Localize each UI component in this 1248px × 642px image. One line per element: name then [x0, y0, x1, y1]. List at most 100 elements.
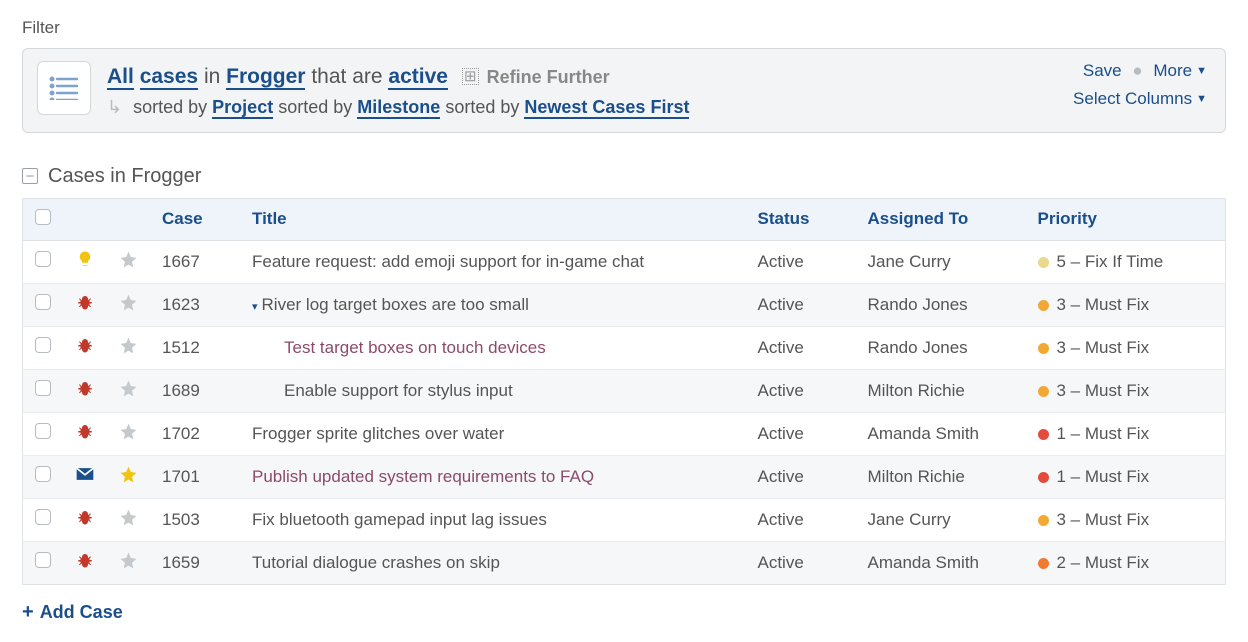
- assignee-link[interactable]: Amanda Smith: [856, 541, 1026, 584]
- star-toggle[interactable]: [119, 512, 138, 531]
- filter-status-link[interactable]: active: [388, 65, 448, 90]
- select-all-checkbox[interactable]: [35, 209, 51, 225]
- status-text: Active: [746, 455, 856, 498]
- case-title-link[interactable]: Publish updated system requirements to F…: [252, 467, 594, 486]
- sort-project-link[interactable]: Project: [212, 97, 273, 119]
- priority-text: 3 – Must Fix: [1026, 369, 1226, 412]
- star-toggle[interactable]: [119, 383, 138, 402]
- row-checkbox[interactable]: [35, 294, 51, 310]
- star-toggle[interactable]: [119, 426, 138, 445]
- sort-milestone-link[interactable]: Milestone: [357, 97, 440, 119]
- star-toggle[interactable]: [119, 340, 138, 359]
- priority-dot-icon: [1038, 343, 1049, 354]
- case-id-link[interactable]: 1659: [150, 541, 240, 584]
- type-icon: [63, 369, 107, 412]
- case-id-link[interactable]: 1701: [150, 455, 240, 498]
- type-icon: [63, 412, 107, 455]
- title-header[interactable]: Title: [240, 198, 746, 240]
- priority-dot-icon: [1038, 386, 1049, 397]
- filter-actions: Save ● More▼ Select Columns▼: [1073, 61, 1207, 109]
- collapse-toggle[interactable]: −: [22, 168, 38, 184]
- group-header: − Cases in Frogger: [22, 165, 1226, 188]
- filter-label: Filter: [22, 18, 1226, 38]
- add-case-button[interactable]: + Add Case: [22, 601, 123, 624]
- assignee-link[interactable]: Rando Jones: [856, 283, 1026, 326]
- priority-dot-icon: [1038, 558, 1049, 569]
- chevron-down-icon: ▼: [1196, 93, 1207, 105]
- priority-dot-icon: [1038, 472, 1049, 483]
- status-text: Active: [746, 240, 856, 283]
- sorted-by-text-1: sorted by: [133, 97, 207, 117]
- case-title-link[interactable]: Frogger sprite glitches over water: [252, 424, 504, 443]
- status-header[interactable]: Status: [746, 198, 856, 240]
- row-checkbox[interactable]: [35, 337, 51, 353]
- star-toggle[interactable]: [119, 555, 138, 574]
- row-checkbox[interactable]: [35, 423, 51, 439]
- sort-arrow-icon: ↳: [107, 97, 122, 117]
- table-row: 1659Tutorial dialogue crashes on skipAct…: [23, 541, 1226, 584]
- sort-newest-link[interactable]: Newest Cases First: [524, 97, 689, 119]
- priority-dot-icon: [1038, 257, 1049, 268]
- row-checkbox[interactable]: [35, 552, 51, 568]
- group-title: Cases in Frogger: [48, 165, 201, 188]
- case-header[interactable]: Case: [150, 198, 240, 240]
- priority-text: 3 – Must Fix: [1026, 283, 1226, 326]
- priority-text: 3 – Must Fix: [1026, 326, 1226, 369]
- case-title-link[interactable]: Feature request: add emoji support for i…: [252, 252, 644, 271]
- type-icon: [63, 455, 107, 498]
- table-row: 1667 Feature request: add emoji support f…: [23, 240, 1226, 283]
- case-title-link[interactable]: Test target boxes on touch devices: [252, 338, 546, 357]
- assignee-link[interactable]: Jane Curry: [856, 498, 1026, 541]
- type-icon: [63, 498, 107, 541]
- type-icon: [63, 326, 107, 369]
- type-icon: [63, 541, 107, 584]
- filter-cases-link[interactable]: cases: [140, 65, 198, 90]
- more-menu[interactable]: More▼: [1153, 61, 1207, 80]
- assignee-link[interactable]: Rando Jones: [856, 326, 1026, 369]
- assignee-link[interactable]: Milton Richie: [856, 369, 1026, 412]
- filter-sort-line: ↳ sorted by Project sorted by Milestone …: [107, 97, 1209, 118]
- case-title-link[interactable]: Enable support for stylus input: [252, 381, 513, 400]
- select-columns-menu[interactable]: Select Columns▼: [1073, 89, 1207, 108]
- star-toggle[interactable]: [119, 469, 138, 488]
- expand-icon[interactable]: ▾: [252, 300, 258, 313]
- star-toggle[interactable]: [119, 254, 138, 273]
- row-checkbox[interactable]: [35, 509, 51, 525]
- action-separator: ●: [1132, 61, 1142, 80]
- case-id-link[interactable]: 1512: [150, 326, 240, 369]
- assignee-link[interactable]: Jane Curry: [856, 240, 1026, 283]
- priority-text: 2 – Must Fix: [1026, 541, 1226, 584]
- filter-query-line: All cases in Frogger that are active ⊞ R…: [107, 61, 1209, 93]
- refine-plus-icon[interactable]: ⊞: [462, 68, 479, 85]
- case-id-link[interactable]: 1689: [150, 369, 240, 412]
- case-id-link[interactable]: 1623: [150, 283, 240, 326]
- type-icon: [63, 240, 107, 283]
- case-title-link[interactable]: Tutorial dialogue crashes on skip: [252, 553, 500, 572]
- sorted-by-text-2: sorted by: [278, 97, 352, 117]
- refine-further-link[interactable]: Refine Further: [487, 67, 610, 87]
- priority-header[interactable]: Priority: [1026, 198, 1226, 240]
- select-all-header[interactable]: [23, 198, 64, 240]
- table-row: 1689Enable support for stylus inputActiv…: [23, 369, 1226, 412]
- case-title-link[interactable]: Fix bluetooth gamepad input lag issues: [252, 510, 547, 529]
- row-checkbox[interactable]: [35, 466, 51, 482]
- table-row: 1512Test target boxes on touch devicesAc…: [23, 326, 1226, 369]
- status-text: Active: [746, 412, 856, 455]
- case-id-link[interactable]: 1503: [150, 498, 240, 541]
- status-text: Active: [746, 498, 856, 541]
- type-header: [63, 198, 107, 240]
- row-checkbox[interactable]: [35, 380, 51, 396]
- case-id-link[interactable]: 1702: [150, 412, 240, 455]
- assignee-link[interactable]: Milton Richie: [856, 455, 1026, 498]
- save-link[interactable]: Save: [1083, 61, 1122, 80]
- star-toggle[interactable]: [119, 297, 138, 316]
- cases-table: Case Title Status Assigned To Priority 1…: [22, 198, 1226, 585]
- assigned-header[interactable]: Assigned To: [856, 198, 1026, 240]
- assignee-link[interactable]: Amanda Smith: [856, 412, 1026, 455]
- case-id-link[interactable]: 1667: [150, 240, 240, 283]
- filter-all-link[interactable]: All: [107, 65, 134, 90]
- filter-list-icon[interactable]: [37, 61, 91, 115]
- case-title-link[interactable]: ▾River log target boxes are too small: [252, 295, 529, 314]
- filter-project-link[interactable]: Frogger: [226, 65, 305, 90]
- row-checkbox[interactable]: [35, 251, 51, 267]
